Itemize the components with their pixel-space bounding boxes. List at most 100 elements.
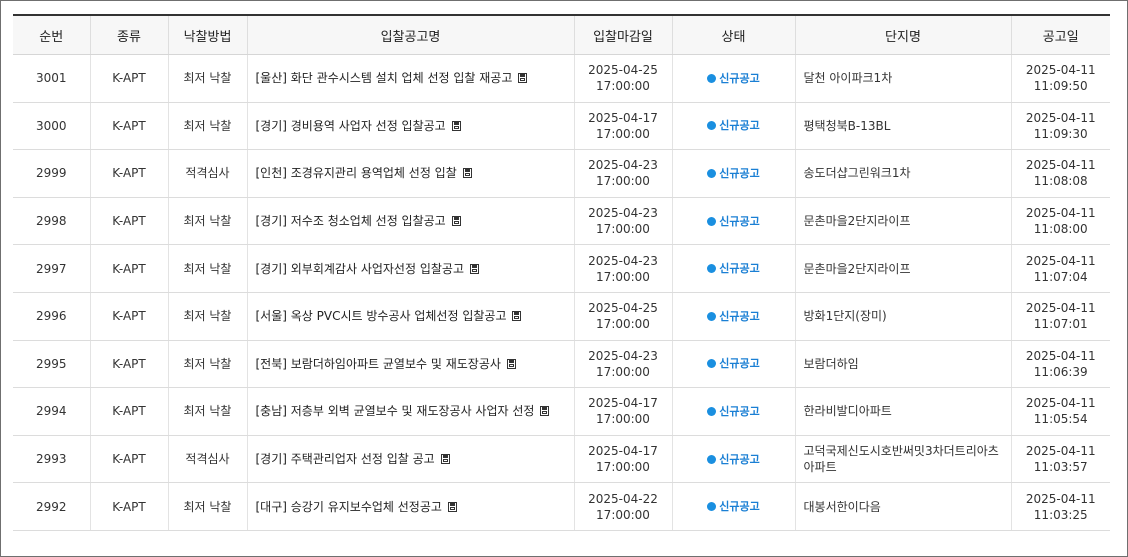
cell-status: 신규공고 [672,197,796,246]
floppy-disk-icon[interactable] [447,501,457,512]
cell-title: [울산] 화단 관수시스템 설치 업체 선정 입찰 재공고 [247,54,575,103]
table-row[interactable]: 2992 K-APT 최저 낙찰 [대구] 승강기 유지보수업체 선정공고 20… [13,482,1110,531]
cell-method: 최저 낙찰 [168,387,248,436]
notice-title-link[interactable]: [경기] 저수조 청소업체 선정 입찰공고 [256,214,446,228]
cell-type: K-APT [90,197,169,246]
deadline-time: 17:00:00 [596,412,650,427]
header-type: 종류 [90,14,169,55]
cell-type: K-APT [90,54,169,103]
cell-notice-date: 2025-04-11 11:07:04 [1011,244,1110,293]
cell-type: K-APT [90,435,169,484]
bid-notice-table: 순번 종류 낙찰방법 입찰공고명 입찰마감일 상태 단지명 공고일 3001 K… [13,14,1110,531]
table-row[interactable]: 2999 K-APT 적격심사 [인천] 조경유지관리 용역업체 선정 입찰 2… [13,149,1110,198]
cell-title: [경기] 경비용역 사업자 선정 입찰공고 [247,102,575,151]
status-badge: 신규공고 [707,262,760,276]
notice-time: 11:05:54 [1033,412,1088,427]
cell-deadline: 2025-04-17 17:00:00 [574,387,673,436]
table-row[interactable]: 2993 K-APT 적격심사 [경기] 주택관리업자 선정 입찰 공고 202… [13,435,1110,484]
status-dot-icon [707,216,717,226]
status-label: 신규공고 [719,357,760,371]
cell-deadline: 2025-04-25 17:00:00 [574,292,673,341]
table-row[interactable]: 2998 K-APT 최저 낙찰 [경기] 저수조 청소업체 선정 입찰공고 2… [13,197,1110,246]
deadline-date: 2025-04-17 [588,396,658,411]
table-row[interactable]: 3000 K-APT 최저 낙찰 [경기] 경비용역 사업자 선정 입찰공고 2… [13,102,1110,151]
cell-no: 2998 [13,197,91,246]
cell-notice-date: 2025-04-11 11:03:57 [1011,435,1110,484]
notice-title-link[interactable]: [경기] 경비용역 사업자 선정 입찰공고 [256,119,446,133]
deadline-time: 17:00:00 [596,364,650,379]
notice-date: 2025-04-11 [1025,396,1096,411]
cell-no: 2996 [13,292,91,341]
cell-complex: 문촌마을2단지라이프 [795,197,1012,246]
cell-no: 2995 [13,340,91,389]
status-badge: 신규공고 [707,119,760,132]
deadline-time: 17:00:00 [596,174,650,189]
header-deadline: 입찰마감일 [574,14,673,55]
status-dot-icon [707,406,717,416]
deadline-date: 2025-04-23 [588,348,658,363]
table-body: 3001 K-APT 최저 낙찰 [울산] 화단 관수시스템 설치 업체 선정 … [13,54,1110,531]
status-dot-icon [707,311,717,321]
floppy-disk-icon[interactable] [512,311,522,322]
deadline-date: 2025-04-22 [588,491,658,506]
notice-title-link[interactable]: [인천] 조경유지관리 용역업체 선정 입찰 [256,166,457,180]
cell-deadline: 2025-04-22 17:00:00 [574,482,673,531]
notice-title-link[interactable]: [경기] 외부회계감사 사업자선정 입찰공고 [256,262,465,276]
notice-title-link[interactable]: [서울] 옥상 PVC시트 방수공사 업체선정 입찰공고 [256,309,507,323]
notice-time: 11:03:57 [1033,460,1088,475]
cell-type: K-APT [90,340,169,389]
deadline-time: 17:00:00 [596,269,650,284]
notice-date: 2025-04-11 [1025,444,1096,459]
deadline-date: 2025-04-17 [588,110,658,125]
cell-method: 최저 낙찰 [168,292,248,341]
cell-method: 적격심사 [168,435,248,484]
table-row[interactable]: 2994 K-APT 최저 낙찰 [충남] 저층부 외벽 균열보수 및 재도장공… [13,387,1110,436]
floppy-disk-icon[interactable] [451,120,461,131]
cell-complex: 송도더샵그린워크1차 [795,149,1012,198]
notice-title-link[interactable]: [대구] 승강기 유지보수업체 선정공고 [256,500,442,514]
floppy-disk-icon[interactable] [451,216,461,227]
floppy-disk-icon[interactable] [470,263,479,274]
cell-notice-date: 2025-04-11 11:09:30 [1011,102,1110,151]
notice-title-link[interactable]: [경기] 주택관리업자 선정 입찰 공고 [256,452,435,466]
notice-time: 11:08:08 [1033,174,1088,189]
deadline-date: 2025-04-23 [588,158,658,173]
status-label: 신규공고 [719,71,760,85]
status-label: 신규공고 [719,214,760,228]
status-badge: 신규공고 [707,357,760,371]
floppy-disk-icon[interactable] [462,168,472,179]
status-badge: 신규공고 [707,405,760,418]
notice-time: 11:09:30 [1033,126,1088,141]
cell-method: 최저 낙찰 [168,102,248,151]
cell-notice-date: 2025-04-11 11:09:50 [1011,54,1110,103]
cell-type: K-APT [90,244,169,293]
notice-title-link[interactable]: [전북] 보람더하임아파트 균열보수 및 재도장공사 [256,357,501,371]
table-row[interactable]: 2996 K-APT 최저 낙찰 [서울] 옥상 PVC시트 방수공사 업체선정… [13,292,1110,341]
notice-title-link[interactable]: [충남] 저층부 외벽 균열보수 및 재도장공사 사업자 선정 [256,404,535,418]
table-row[interactable]: 2997 K-APT 최저 낙찰 [경기] 외부회계감사 사업자선정 입찰공고 … [13,244,1110,293]
deadline-time: 17:00:00 [596,126,650,141]
deadline-time: 17:00:00 [596,79,650,94]
cell-deadline: 2025-04-25 17:00:00 [574,54,673,103]
table-row[interactable]: 2995 K-APT 최저 낙찰 [전북] 보람더하임아파트 균열보수 및 재도… [13,340,1110,389]
header-method: 낙찰방법 [168,14,248,55]
cell-deadline: 2025-04-17 17:00:00 [574,102,673,151]
cell-type: K-APT [90,482,169,531]
notice-time: 11:09:50 [1033,79,1088,94]
header-title: 입찰공고명 [247,14,575,55]
table-row[interactable]: 3001 K-APT 최저 낙찰 [울산] 화단 관수시스템 설치 업체 선정 … [13,54,1110,103]
floppy-disk-icon[interactable] [440,454,450,465]
status-badge: 신규공고 [707,310,760,323]
deadline-time: 17:00:00 [596,222,650,237]
floppy-disk-icon[interactable] [506,358,516,369]
notice-title-link[interactable]: [울산] 화단 관수시스템 설치 업체 선정 입찰 재공고 [256,71,513,85]
cell-method: 최저 낙찰 [168,482,248,531]
floppy-disk-icon[interactable] [518,73,528,84]
floppy-disk-icon[interactable] [540,406,550,417]
cell-deadline: 2025-04-23 17:00:00 [574,197,673,246]
status-label: 신규공고 [719,262,760,276]
cell-complex: 한라비발디아파트 [795,387,1012,436]
cell-complex: 고덕국제신도시호반써밋3차더트리아츠아파트 [795,435,1012,484]
cell-status: 신규공고 [672,54,796,103]
header-no: 순번 [13,14,91,55]
